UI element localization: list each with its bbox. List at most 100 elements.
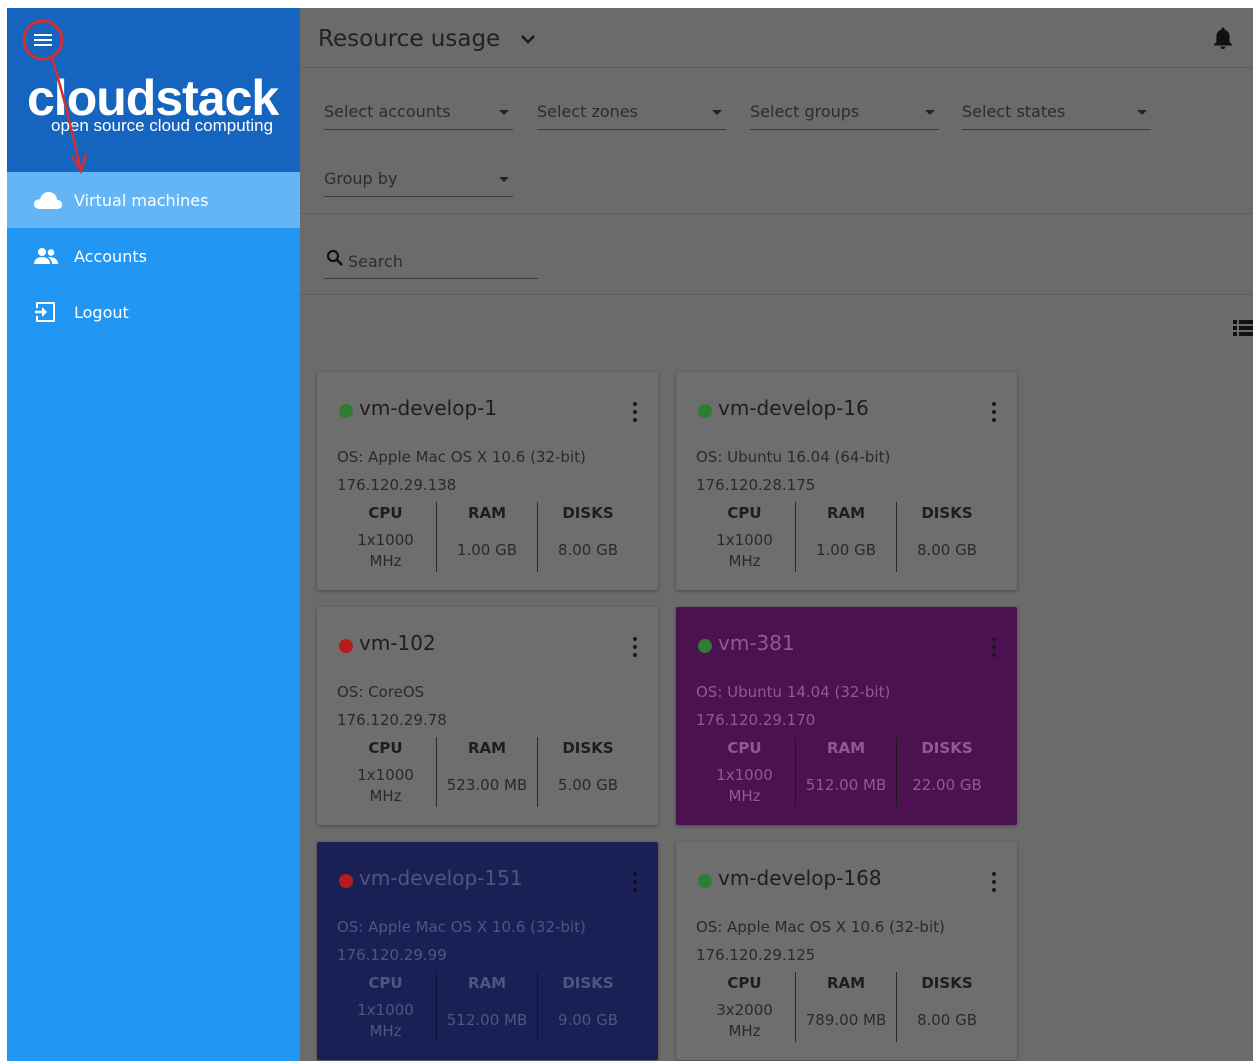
vm-name[interactable]: vm-develop-168	[718, 866, 882, 890]
ram-stat: RAM 789.00 MB	[795, 972, 896, 1042]
sidebar-item-virtual-machines[interactable]: Virtual machines	[7, 172, 300, 228]
vm-ip: 176.120.29.78	[337, 711, 447, 729]
cpu-value-line1: 1x1000	[716, 766, 773, 784]
cpu-value: 3x2000 MHz	[694, 1000, 795, 1042]
cpu-stat: CPU 1x1000 MHz	[694, 502, 795, 572]
more-vert-icon[interactable]	[625, 635, 645, 659]
cpu-value-line2: MHz	[728, 552, 761, 570]
group-by-select-label: Group by	[324, 169, 398, 188]
more-vert-icon[interactable]	[625, 870, 645, 894]
main-content: Resource usage Select accounts Select zo…	[300, 8, 1253, 1061]
vm-ip: 176.120.29.99	[337, 946, 447, 964]
disks-value: 9.00 GB	[557, 1011, 619, 1029]
cpu-label: CPU	[368, 974, 403, 992]
disks-stat: DISKS 8.00 GB	[896, 502, 997, 572]
disks-label: DISKS	[562, 974, 614, 992]
people-icon	[33, 247, 73, 265]
cpu-value-line2: MHz	[369, 1022, 402, 1040]
vm-name[interactable]: vm-develop-151	[359, 866, 523, 890]
disks-stat: DISKS 8.00 GB	[537, 502, 638, 572]
ram-label: RAM	[467, 974, 507, 992]
chevron-down-icon[interactable]	[520, 30, 536, 49]
sidebar-header: cloudstack open source cloud computing	[7, 8, 300, 172]
vm-name[interactable]: vm-develop-1	[359, 396, 497, 420]
ram-value: 1.00 GB	[456, 541, 518, 559]
more-vert-icon[interactable]	[984, 400, 1004, 424]
accounts-select[interactable]: Select accounts	[324, 94, 513, 130]
cpu-stat: CPU 3x2000 MHz	[694, 972, 795, 1042]
vm-stats: CPU 1x1000 MHz RAM 1.00 GB DISKS 8.00 GB	[335, 502, 640, 572]
group-by-select[interactable]: Group by	[324, 161, 513, 197]
menu-icon[interactable]	[27, 28, 59, 52]
dropdown-arrow-icon	[712, 110, 722, 115]
cpu-label: CPU	[368, 739, 403, 757]
disks-value: 8.00 GB	[916, 541, 978, 559]
more-vert-icon[interactable]	[984, 635, 1004, 659]
cpu-label: CPU	[368, 504, 403, 522]
cloud-icon	[33, 190, 73, 210]
ram-label: RAM	[826, 974, 866, 992]
list-view-icon[interactable]	[1233, 320, 1253, 340]
more-vert-icon[interactable]	[984, 870, 1004, 894]
cpu-stat: CPU 1x1000 MHz	[694, 737, 795, 807]
status-dot	[339, 404, 353, 418]
ram-label: RAM	[467, 739, 507, 757]
vm-stats: CPU 1x1000 MHz RAM 1.00 GB DISKS 8.00 GB	[694, 502, 999, 572]
vm-os: OS: Ubuntu 14.04 (32-bit)	[696, 683, 891, 701]
more-vert-icon[interactable]	[625, 400, 645, 424]
ram-stat: RAM 1.00 GB	[436, 502, 537, 572]
cpu-stat: CPU 1x1000 MHz	[335, 737, 436, 807]
cpu-value: 1x1000 MHz	[335, 1000, 436, 1042]
disks-value: 8.00 GB	[916, 1011, 978, 1029]
sidebar-item-label: Logout	[74, 302, 129, 322]
vm-card[interactable]: vm-102 OS: CoreOS 176.120.29.78 CPU 1x1000 MH…	[317, 607, 658, 825]
app-window: cloudstack open source cloud computing V…	[7, 8, 1253, 1061]
disks-stat: DISKS 22.00 GB	[896, 737, 997, 807]
disks-label: DISKS	[562, 504, 614, 522]
disks-label: DISKS	[921, 739, 973, 757]
disks-value: 22.00 GB	[912, 776, 982, 794]
cpu-value-line2: MHz	[728, 1022, 761, 1040]
status-dot	[698, 639, 712, 653]
sidebar-item-accounts[interactable]: Accounts	[7, 228, 300, 284]
vm-card[interactable]: vm-develop-1 OS: Apple Mac OS X 10.6 (32-…	[317, 372, 658, 590]
sidebar-item-logout[interactable]: Logout	[7, 284, 300, 340]
disks-stat: DISKS 9.00 GB	[537, 972, 638, 1042]
disks-stat: DISKS 8.00 GB	[896, 972, 997, 1042]
cpu-value-line1: 1x1000	[357, 531, 414, 549]
cpu-value-line1: 1x1000	[716, 531, 773, 549]
zones-select[interactable]: Select zones	[537, 94, 726, 130]
ram-label: RAM	[467, 504, 507, 522]
groups-select-label: Select groups	[750, 102, 860, 121]
search-input[interactable]	[348, 249, 533, 273]
vm-name[interactable]: vm-381	[718, 631, 795, 655]
vm-os: OS: Apple Mac OS X 10.6 (32-bit)	[696, 918, 945, 936]
disks-stat: DISKS 5.00 GB	[537, 737, 638, 807]
states-select[interactable]: Select states	[962, 94, 1151, 130]
ram-value: 512.00 MB	[805, 776, 887, 794]
ram-value: 523.00 MB	[446, 776, 528, 794]
disks-label: DISKS	[921, 504, 973, 522]
dropdown-arrow-icon	[1137, 110, 1147, 115]
disks-value: 8.00 GB	[557, 541, 619, 559]
vm-os: OS: Ubuntu 16.04 (64-bit)	[696, 448, 891, 466]
vm-ip: 176.120.28.175	[696, 476, 816, 494]
ram-value: 512.00 MB	[446, 1011, 528, 1029]
page-title[interactable]: Resource usage	[318, 26, 500, 52]
sidebar-item-label: Accounts	[74, 246, 147, 266]
vm-name[interactable]: vm-102	[359, 631, 436, 655]
cpu-value-line1: 1x1000	[357, 766, 414, 784]
cpu-stat: CPU 1x1000 MHz	[335, 972, 436, 1042]
zones-select-label: Select zones	[537, 102, 638, 121]
vm-card[interactable]: vm-develop-151 OS: Apple Mac OS X 10.6 (3…	[317, 842, 658, 1060]
vm-ip: 176.120.29.138	[337, 476, 457, 494]
cpu-value: 1x1000 MHz	[694, 765, 795, 807]
vm-name[interactable]: vm-develop-16	[718, 396, 869, 420]
cpu-value-line1: 1x1000	[357, 1001, 414, 1019]
groups-select[interactable]: Select groups	[750, 94, 939, 130]
vm-card[interactable]: vm-381 OS: Ubuntu 14.04 (32-bit) 176.120.2…	[676, 607, 1017, 825]
vm-card[interactable]: vm-develop-16 OS: Ubuntu 16.04 (64-bit) 17…	[676, 372, 1017, 590]
search-area	[300, 215, 1253, 295]
bell-icon[interactable]	[1213, 26, 1233, 54]
vm-card[interactable]: vm-develop-168 OS: Apple Mac OS X 10.6 (3…	[676, 842, 1017, 1060]
